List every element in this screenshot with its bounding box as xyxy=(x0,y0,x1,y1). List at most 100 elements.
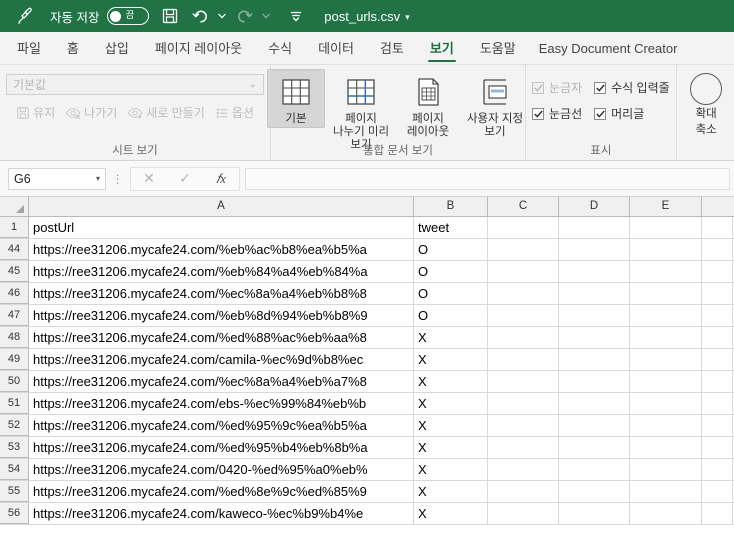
cell-e[interactable] xyxy=(630,305,702,326)
tab-data[interactable]: 데이터 xyxy=(305,34,367,64)
cell-b[interactable]: O xyxy=(414,305,488,326)
zoom-button[interactable]: 확대 축소 xyxy=(678,69,734,137)
cell-e[interactable] xyxy=(630,349,702,370)
cell-c[interactable] xyxy=(488,349,559,370)
cell-f[interactable] xyxy=(702,217,733,238)
cell-f[interactable] xyxy=(702,261,733,282)
cell-d[interactable] xyxy=(559,261,630,282)
cell-f[interactable] xyxy=(702,481,733,502)
row-header[interactable]: 1 xyxy=(0,217,29,238)
cell-e[interactable] xyxy=(630,261,702,282)
cell-c[interactable] xyxy=(488,437,559,458)
row-header[interactable]: 45 xyxy=(0,261,29,282)
name-box[interactable]: G6 ▾ xyxy=(8,167,106,190)
tab-easy-document-creator[interactable]: Easy Document Creator xyxy=(529,34,688,64)
cell-e[interactable] xyxy=(630,371,702,392)
column-header-d[interactable]: D xyxy=(559,197,630,216)
cell-b[interactable]: X xyxy=(414,327,488,348)
cell-c[interactable] xyxy=(488,217,559,238)
redo-dropdown-icon[interactable] xyxy=(261,3,271,29)
cell-e[interactable] xyxy=(630,503,702,524)
headings-checkbox[interactable]: 머리글 xyxy=(594,105,644,122)
cell-c[interactable] xyxy=(488,481,559,502)
row-header[interactable]: 49 xyxy=(0,349,29,370)
cell-c[interactable] xyxy=(488,459,559,480)
cell-b[interactable]: O xyxy=(414,283,488,304)
cell-b[interactable]: O xyxy=(414,239,488,260)
tab-page-layout[interactable]: 페이지 레이아웃 xyxy=(142,34,255,64)
row-header[interactable]: 46 xyxy=(0,283,29,304)
undo-dropdown-icon[interactable] xyxy=(217,3,227,29)
cell-c[interactable] xyxy=(488,393,559,414)
cell-a[interactable]: https://ree31206.mycafe24.com/0420-%ed%9… xyxy=(29,459,414,480)
column-header-e[interactable]: E xyxy=(630,197,702,216)
tab-review[interactable]: 검토 xyxy=(367,34,417,64)
sheet-view-keep-button[interactable]: 유지 xyxy=(16,104,55,121)
tab-insert[interactable]: 삽입 xyxy=(92,34,142,64)
cell-e[interactable] xyxy=(630,459,702,480)
cell-b[interactable]: O xyxy=(414,261,488,282)
cell-a[interactable]: https://ree31206.mycafe24.com/camila-%ec… xyxy=(29,349,414,370)
row-header[interactable]: 44 xyxy=(0,239,29,260)
row-header[interactable]: 48 xyxy=(0,327,29,348)
cell-b[interactable]: X xyxy=(414,371,488,392)
cell-b[interactable]: X xyxy=(414,349,488,370)
cell-e[interactable] xyxy=(630,415,702,436)
gridlines-checkbox[interactable]: 눈금선 xyxy=(532,105,582,122)
cell-f[interactable] xyxy=(702,305,733,326)
cell-d[interactable] xyxy=(559,305,630,326)
row-header[interactable]: 54 xyxy=(0,459,29,480)
row-header[interactable]: 51 xyxy=(0,393,29,414)
autosave-switch[interactable]: 끔 xyxy=(107,7,150,25)
cell-b[interactable]: X xyxy=(414,415,488,436)
enter-icon[interactable]: ✓ xyxy=(167,169,203,189)
cell-f[interactable] xyxy=(702,415,733,436)
insert-function-icon[interactable]: 𝑓x xyxy=(203,169,239,189)
row-header[interactable]: 50 xyxy=(0,371,29,392)
cell-c[interactable] xyxy=(488,415,559,436)
customize-quick-access-icon[interactable] xyxy=(283,3,309,29)
cell-e[interactable] xyxy=(630,283,702,304)
tab-formulas[interactable]: 수식 xyxy=(255,34,305,64)
cell-d[interactable] xyxy=(559,327,630,348)
column-header-f[interactable] xyxy=(702,197,733,216)
cell-c[interactable] xyxy=(488,283,559,304)
cell-c[interactable] xyxy=(488,503,559,524)
cell-c[interactable] xyxy=(488,327,559,348)
column-header-b[interactable]: B xyxy=(414,197,488,216)
cell-b[interactable]: tweet xyxy=(414,217,488,238)
cell-e[interactable] xyxy=(630,437,702,458)
cell-e[interactable] xyxy=(630,217,702,238)
title-dropdown-icon[interactable]: ▾ xyxy=(405,12,410,22)
cell-f[interactable] xyxy=(702,239,733,260)
cell-f[interactable] xyxy=(702,283,733,304)
cell-b[interactable]: X xyxy=(414,437,488,458)
cell-f[interactable] xyxy=(702,503,733,524)
tab-view[interactable]: 보기 xyxy=(417,34,467,64)
sheet-view-new-button[interactable]: 새로 만들기 xyxy=(127,104,205,121)
cell-b[interactable]: X xyxy=(414,393,488,414)
cell-c[interactable] xyxy=(488,261,559,282)
row-header[interactable]: 52 xyxy=(0,415,29,436)
formula-bar-checkbox[interactable]: 수식 입력줄 xyxy=(594,79,670,96)
column-header-a[interactable]: A xyxy=(29,197,414,216)
cell-b[interactable]: X xyxy=(414,503,488,524)
sheet-view-exit-button[interactable]: 나가기 xyxy=(65,104,117,121)
sheet-view-options-button[interactable]: 옵션 xyxy=(215,104,254,121)
formula-input[interactable] xyxy=(245,167,730,190)
row-header[interactable]: 47 xyxy=(0,305,29,326)
cell-a[interactable]: https://ree31206.mycafe24.com/%eb%ac%b8%… xyxy=(29,239,414,260)
cell-d[interactable] xyxy=(559,393,630,414)
cell-a[interactable]: https://ree31206.mycafe24.com/%ec%8a%a4%… xyxy=(29,371,414,392)
tab-file[interactable]: 파일 xyxy=(4,34,54,64)
cell-b[interactable]: X xyxy=(414,481,488,502)
page-break-preview-button[interactable]: 페이지 나누기 미리 보기 xyxy=(327,69,395,154)
cell-d[interactable] xyxy=(559,283,630,304)
cancel-icon[interactable]: ✕ xyxy=(131,169,167,189)
cell-a[interactable]: https://ree31206.mycafe24.com/kaweco-%ec… xyxy=(29,503,414,524)
sheet-view-combo[interactable]: 기본값 ⌄ xyxy=(6,74,264,95)
autosave-toggle[interactable]: 자동 저장 끔 xyxy=(50,7,150,26)
cell-d[interactable] xyxy=(559,481,630,502)
cell-d[interactable] xyxy=(559,371,630,392)
cell-d[interactable] xyxy=(559,459,630,480)
